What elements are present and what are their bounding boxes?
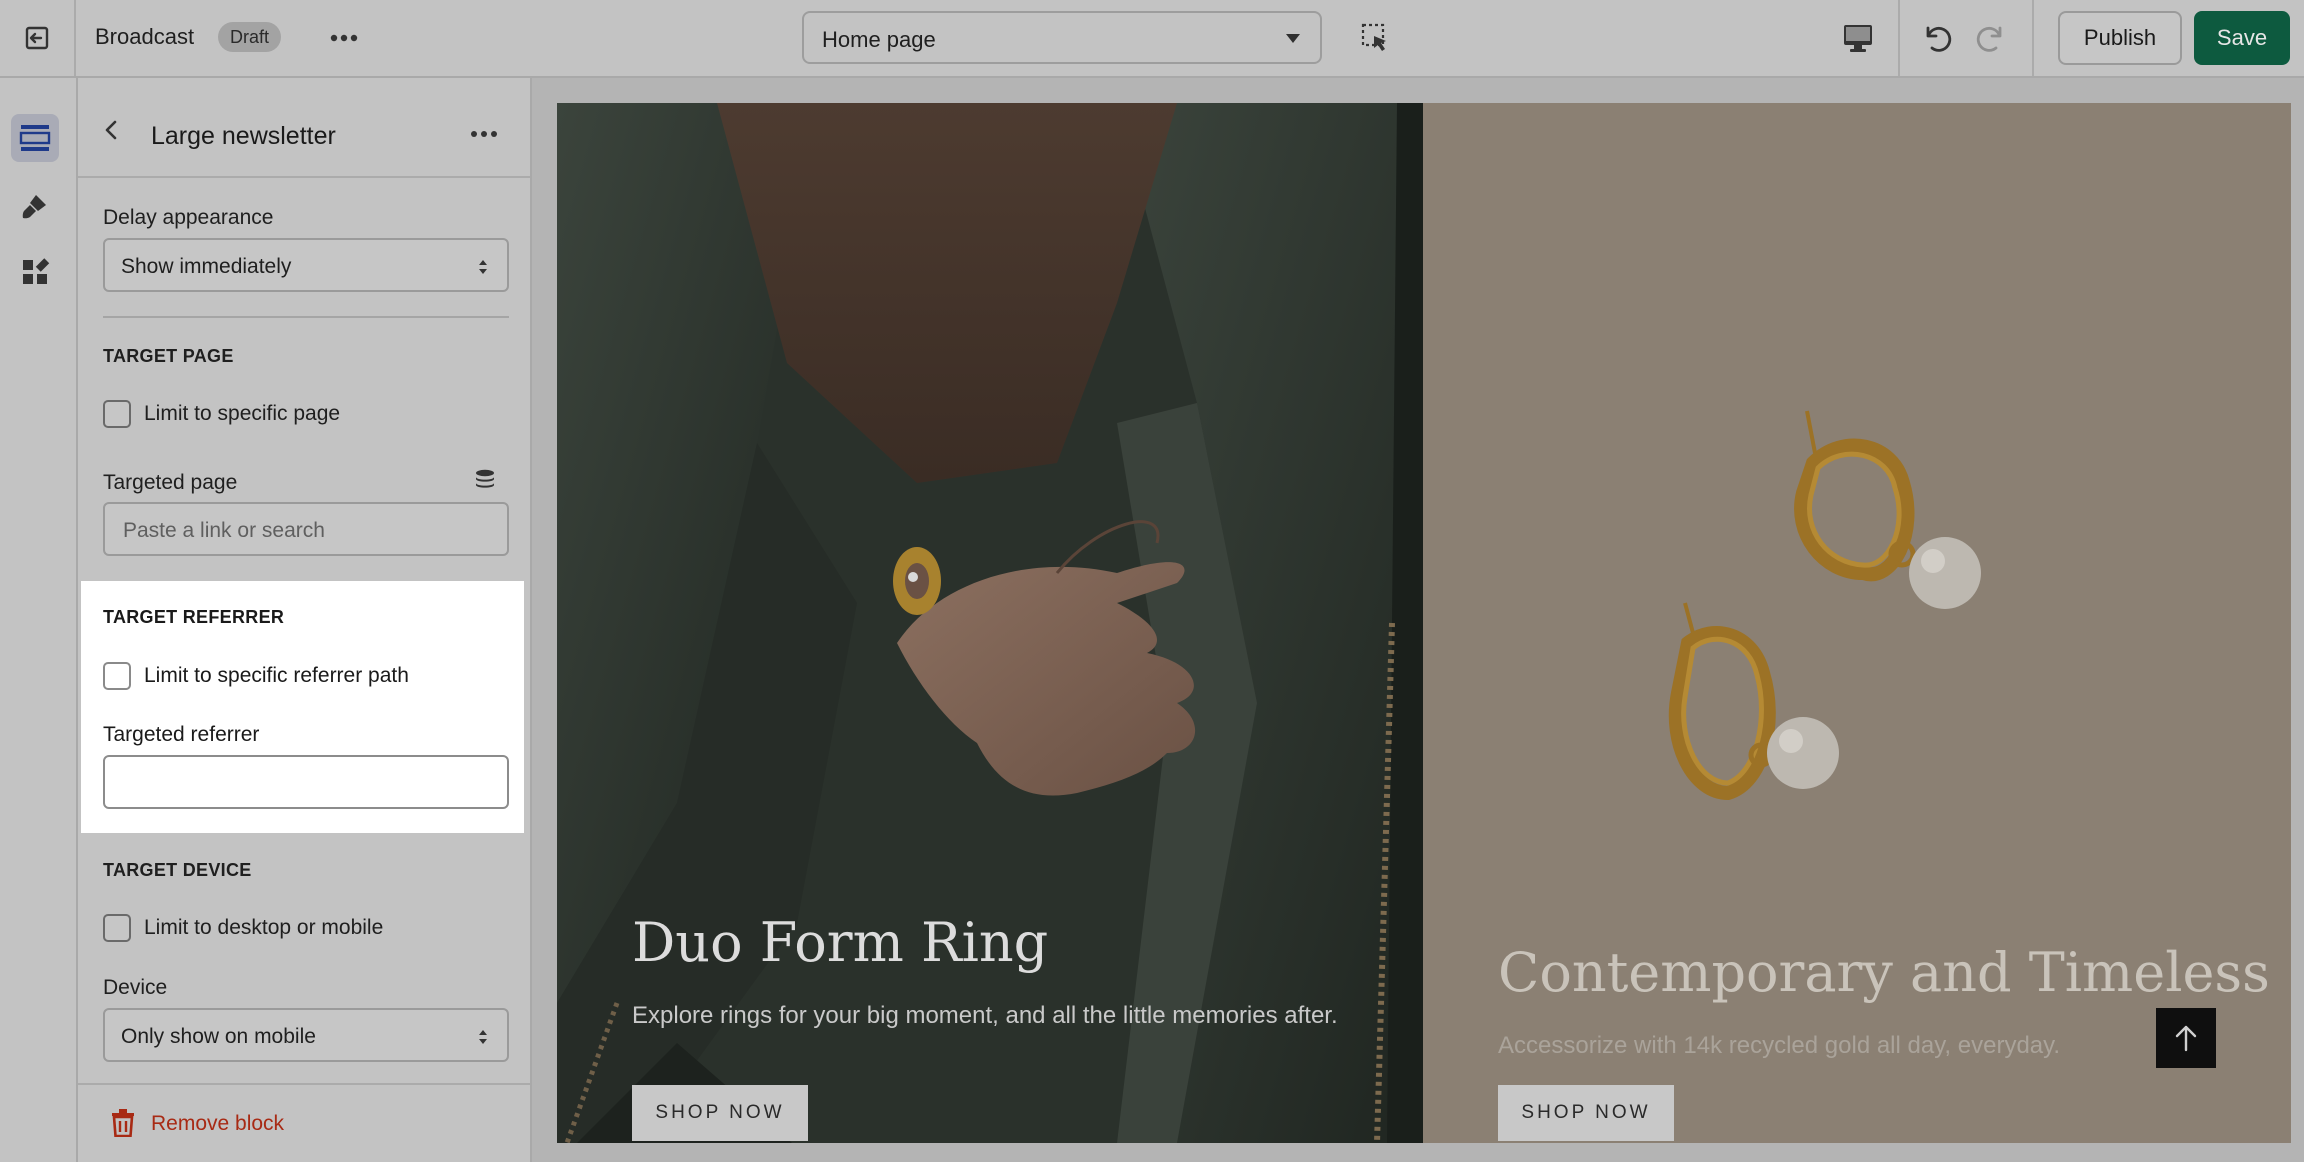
block-more-button[interactable]	[468, 122, 500, 146]
exit-icon	[25, 26, 49, 50]
delay-appearance-select[interactable]: Show immediately	[103, 238, 509, 292]
panel-header: Large newsletter	[78, 78, 530, 178]
limit-page-label: Limit to specific page	[144, 402, 341, 425]
dynamic-source-button[interactable]	[473, 468, 497, 492]
top-bar: Broadcast Draft Home page Publish Save	[0, 0, 2304, 78]
page-select-value: Home page	[822, 27, 936, 52]
exit-editor-button[interactable]	[0, 0, 76, 76]
redo-icon	[1976, 26, 2002, 52]
theme-preview: Duo Form Ring Explore rings for your big…	[557, 103, 2291, 1143]
hero-right-title: Contemporary and Timeless	[1498, 941, 2270, 1004]
paintbrush-icon	[22, 195, 46, 219]
rail-apps-button[interactable]	[11, 248, 59, 296]
ellipsis-icon	[330, 34, 358, 42]
undo-icon	[1926, 26, 1952, 52]
apps-icon	[23, 258, 50, 284]
desktop-view-button[interactable]	[1840, 22, 1876, 54]
device-select[interactable]: Only show on mobile	[103, 1008, 509, 1062]
target-referrer-section: TARGET REFERRER Limit to specific referr…	[81, 581, 524, 833]
publish-button[interactable]: Publish	[2058, 11, 2182, 65]
hero-right-shop-button[interactable]: SHOP NOW	[1498, 1085, 1674, 1141]
undo-button[interactable]	[1918, 20, 1954, 56]
targeted-page-placeholder: Paste a link or search	[123, 519, 325, 542]
hero-left-title: Duo Form Ring	[632, 911, 1049, 974]
delay-appearance-label: Delay appearance	[103, 206, 274, 229]
ellipsis-icon	[471, 131, 497, 137]
device-label: Device	[103, 976, 168, 999]
redo-button[interactable]	[1974, 20, 2010, 56]
target-device-heading: TARGET DEVICE	[103, 860, 252, 880]
chevron-left-icon	[105, 120, 117, 140]
database-icon	[476, 469, 494, 488]
panel-title: Large newsletter	[151, 122, 336, 150]
trash-icon	[112, 1109, 134, 1137]
inspector-button[interactable]	[1360, 22, 1390, 54]
device-value: Only show on mobile	[121, 1025, 316, 1048]
delay-appearance-value: Show immediately	[121, 255, 292, 278]
target-referrer-heading: TARGET REFERRER	[103, 607, 285, 627]
block-settings-panel: Large newsletter Delay appearance Show i…	[78, 78, 532, 1162]
store-name: Broadcast	[95, 24, 195, 49]
rail-sections-button[interactable]	[11, 114, 59, 162]
back-button[interactable]	[100, 118, 124, 142]
sections-icon	[19, 125, 51, 151]
limit-device-label: Limit to desktop or mobile	[144, 916, 384, 939]
divider	[103, 316, 509, 318]
remove-block-button[interactable]: Remove block	[78, 1083, 530, 1162]
limit-page-checkbox[interactable]	[103, 400, 131, 428]
page-select[interactable]: Home page	[802, 11, 1322, 64]
target-page-heading: TARGET PAGE	[103, 346, 234, 366]
limit-referrer-label: Limit to specific referrer path	[144, 664, 409, 687]
status-badge: Draft	[218, 22, 282, 52]
desktop-icon	[1844, 25, 1872, 52]
targeted-referrer-label: Targeted referrer	[103, 723, 260, 746]
toolbar-divider	[1898, 0, 1900, 76]
toolbar-divider	[2032, 0, 2034, 76]
targeted-referrer-input[interactable]	[103, 755, 509, 809]
editor-rail	[0, 78, 78, 1162]
ring-product-image	[557, 103, 1423, 1143]
remove-block-label: Remove block	[151, 1112, 285, 1135]
hero-left-subtitle: Explore rings for your big moment, and a…	[632, 1002, 1338, 1029]
targeted-page-label: Targeted page	[103, 471, 238, 494]
back-to-top-button[interactable]	[2156, 1008, 2216, 1068]
arrow-up-icon	[2175, 1025, 2197, 1052]
targeted-page-input[interactable]: Paste a link or search	[103, 502, 509, 556]
rail-theme-settings-button[interactable]	[11, 182, 59, 230]
hero-right-subtitle: Accessorize with 14k recycled gold all d…	[1498, 1032, 2061, 1059]
select-cursor-icon	[1361, 23, 1386, 51]
hero-left-shop-button[interactable]: SHOP NOW	[632, 1085, 808, 1141]
save-button[interactable]: Save	[2194, 11, 2290, 65]
select-arrows-icon	[479, 260, 487, 274]
chevron-down-icon	[1286, 34, 1300, 43]
select-arrows-icon	[479, 1030, 487, 1044]
limit-referrer-checkbox[interactable]	[103, 662, 131, 690]
more-actions-button[interactable]	[326, 22, 362, 54]
limit-device-checkbox[interactable]	[103, 914, 131, 942]
